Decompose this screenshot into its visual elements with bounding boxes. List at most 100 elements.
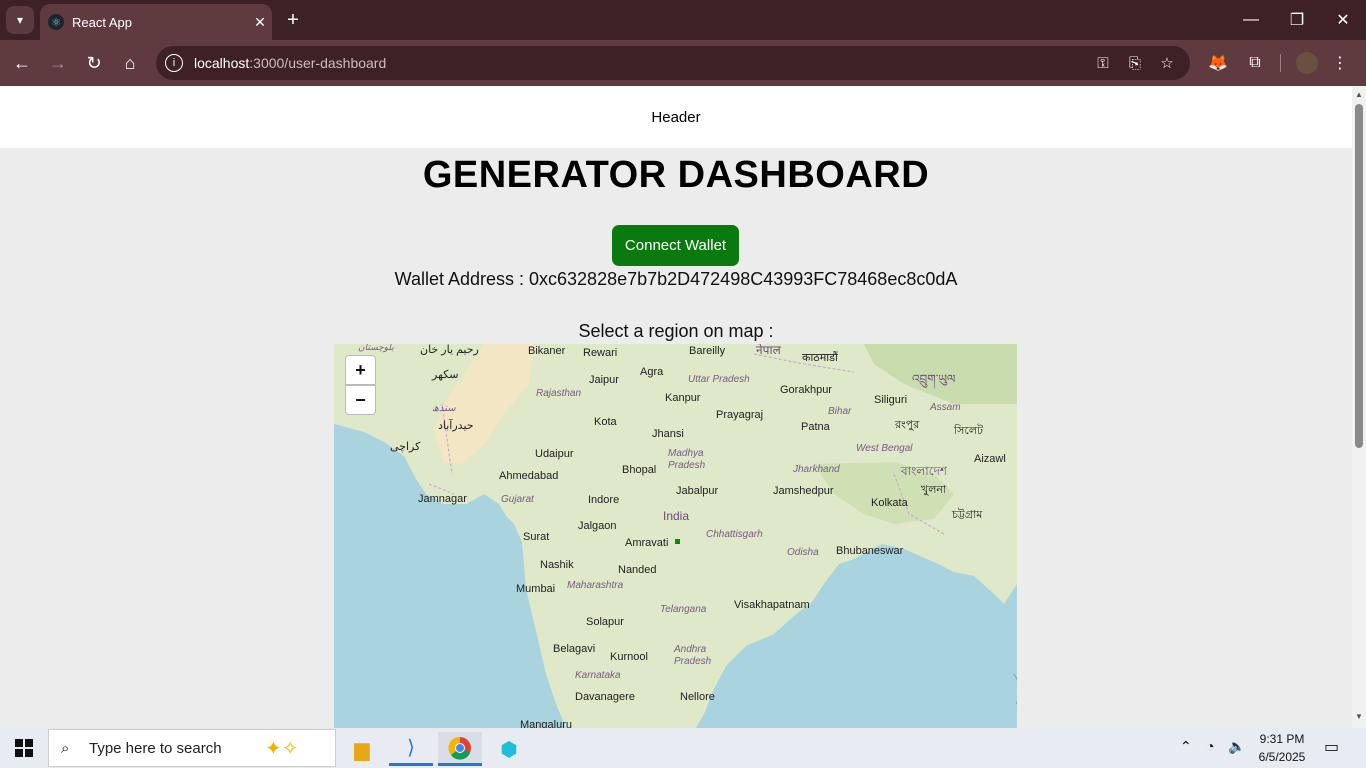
map-label-bhopal: Bhopal <box>622 464 657 476</box>
back-button[interactable]: ← <box>7 48 37 78</box>
browser-tab[interactable]: ⚛ React App ✕ <box>40 4 272 40</box>
map-label-bhubaneswar: Bhubaneswar <box>836 545 904 557</box>
tab-search-button[interactable]: ▾ <box>6 6 34 34</box>
home-button[interactable]: ⌂ <box>115 48 145 78</box>
toolbar-divider <box>1280 54 1281 72</box>
map-label-bareilly: Bareilly <box>689 345 726 357</box>
map-label-kota: Kota <box>594 416 617 428</box>
wallet-address-text: Wallet Address : 0xc632828e7b7b2D472498C… <box>394 269 958 289</box>
map-label-jamnagar: Jamnagar <box>418 493 467 505</box>
wifi-icon[interactable]: ◔ <box>1206 738 1214 754</box>
map-label-madhya-pradesh: Madhya Pradesh <box>668 448 706 471</box>
start-button[interactable] <box>0 728 48 768</box>
page-title: GENERATOR DASHBOARD <box>422 154 930 196</box>
windows-taskbar: ⌕ Type here to search ✦✧ ▆ ⟩ ⬢ ⌃ ◔ 🔈 9:3… <box>0 728 1366 768</box>
map-label-indore: Indore <box>588 494 620 506</box>
map-label-kathmandu: काठमाडौं <box>802 352 838 364</box>
map-label-patna: Patna <box>801 421 830 433</box>
extensions-puzzle-icon[interactable]: ⧉ <box>1243 52 1267 74</box>
map-label-gujarat: Gujarat <box>501 494 534 505</box>
bookmark-star-icon[interactable]: ☆ <box>1156 53 1178 73</box>
map-label-khulna: খুলনা <box>921 484 947 496</box>
map-label-chhattisgarh: Chhattisgarh <box>706 529 763 540</box>
map-label-bihar: Bihar <box>828 406 852 417</box>
selected-region-marker[interactable] <box>675 539 680 544</box>
map-label-nepal: नेपाल <box>756 344 781 357</box>
map-label-nellore: Nellore <box>680 691 715 703</box>
forward-button[interactable]: → <box>43 48 73 78</box>
taskbar-clock[interactable]: 9:31 PM 6/5/2025 <box>1252 730 1312 766</box>
profile-avatar[interactable] <box>1296 52 1318 74</box>
map-label-chattogram: চট্টগ্রাম <box>952 509 983 521</box>
map-label-maharashtra: Maharashtra <box>567 580 624 591</box>
windows-logo-icon <box>15 739 33 757</box>
map-label-india: India <box>663 509 690 523</box>
map-label-bangladesh: বাংলাদেশ <box>901 464 947 478</box>
site-header: Header <box>0 86 1352 148</box>
reload-button[interactable]: ↻ <box>79 48 109 78</box>
map-label-jharkhand: Jharkhand <box>793 464 840 475</box>
notifications-icon[interactable]: ▭ <box>1324 737 1339 757</box>
map-label-siliguri: Siliguri <box>874 394 908 406</box>
connect-wallet-button[interactable]: Connect Wallet <box>612 225 739 266</box>
url-path: :3000/user-dashboard <box>249 55 387 71</box>
cube-app-icon[interactable]: ⬢ <box>487 732 531 766</box>
minimize-button[interactable]: — <box>1228 0 1274 40</box>
show-hidden-icons-icon[interactable]: ⌃ <box>1180 738 1192 755</box>
map-label-jhansi: Jhansi <box>652 428 684 440</box>
map-label-ahmedabad: Ahmedabad <box>499 470 559 482</box>
vscode-icon[interactable]: ⟩ <box>389 732 433 766</box>
scroll-thumb[interactable] <box>1355 104 1363 448</box>
map-label-amravati: Amravati <box>625 537 669 549</box>
map-label-belagavi: Belagavi <box>553 643 596 655</box>
close-tab-icon[interactable]: ✕ <box>248 14 272 31</box>
zoom-in-button[interactable]: + <box>345 355 376 385</box>
address-bar[interactable]: i localhost:3000/user-dashboard ⚿ ⎘ ☆ <box>156 46 1190 80</box>
scroll-down-arrow-icon[interactable]: ▼ <box>1355 712 1363 721</box>
search-icon: ⌕ <box>61 739 70 757</box>
clock-date: 6/5/2025 <box>1258 750 1306 764</box>
region-map[interactable]: + − Bikaner Rewari Bareilly नेपाल काठमाड… <box>334 344 1017 728</box>
map-label-rewari: Rewari <box>583 347 618 359</box>
file-explorer-icon[interactable]: ▆ <box>340 732 384 766</box>
map-label-jamshedpur: Jamshedpur <box>773 485 834 497</box>
map-label-sylhet: সিলেট <box>954 425 984 437</box>
volume-icon[interactable]: 🔈 <box>1228 738 1245 755</box>
browser-toolbar: ← → ↻ ⌂ i localhost:3000/user-dashboard … <box>0 40 1366 86</box>
new-tab-button[interactable]: + <box>282 8 304 32</box>
chrome-icon[interactable] <box>438 732 482 766</box>
page-scrollbar[interactable]: ▲ ▼ <box>1352 86 1366 728</box>
select-region-label: Select a region on map : <box>578 321 774 341</box>
map-label-uttar-pradesh: Uttar Pradesh <box>688 374 750 385</box>
map-label-karachi: کراچی <box>390 441 421 453</box>
map-label-west-bengal: West Bengal <box>856 443 913 454</box>
map-label-davanagere: Davanagere <box>575 691 635 703</box>
map-label-udaipur: Udaipur <box>535 448 574 460</box>
map-label-jalgaon: Jalgaon <box>578 520 617 532</box>
map-label-rajasthan: Rajasthan <box>536 388 582 399</box>
restore-button[interactable]: ❐ <box>1274 0 1320 40</box>
map-label-aizawl: Aizawl <box>974 453 1006 465</box>
site-info-icon[interactable]: i <box>165 54 183 72</box>
react-favicon-icon: ⚛ <box>48 14 64 30</box>
map-label-mumbai: Mumbai <box>516 583 556 595</box>
password-key-icon[interactable]: ⚿ <box>1092 53 1114 73</box>
install-app-icon[interactable]: ⎘ <box>1124 53 1146 73</box>
map-label-nanded: Nanded <box>618 564 657 576</box>
map-label-sukkur: سکھر <box>432 369 459 381</box>
browser-tab-bar: ▾ ⚛ React App ✕ + — ❐ ✕ <box>0 0 1366 40</box>
metamask-extension-icon[interactable]: 🦊 <box>1206 52 1230 74</box>
map-label-agra: Agra <box>640 366 664 378</box>
map-label-visakhapatnam: Visakhapatnam <box>734 599 810 611</box>
map-label-kurnool: Kurnool <box>610 651 648 663</box>
scroll-up-arrow-icon[interactable]: ▲ <box>1355 90 1363 99</box>
map-label-telangana: Telangana <box>660 604 707 615</box>
map-label-assam: Assam <box>930 402 961 413</box>
close-window-button[interactable]: ✕ <box>1320 0 1366 40</box>
taskbar-search-box[interactable]: ⌕ Type here to search ✦✧ <box>48 729 336 767</box>
map-label-sindh: سندھ <box>432 403 456 414</box>
map-label-mangaluru: Mangaluru <box>520 719 572 728</box>
menu-kebab-icon[interactable]: ⋮ <box>1328 52 1352 74</box>
zoom-out-button[interactable]: − <box>345 385 376 415</box>
page-viewport: Header GENERATOR DASHBOARD Connect Walle… <box>0 86 1352 728</box>
